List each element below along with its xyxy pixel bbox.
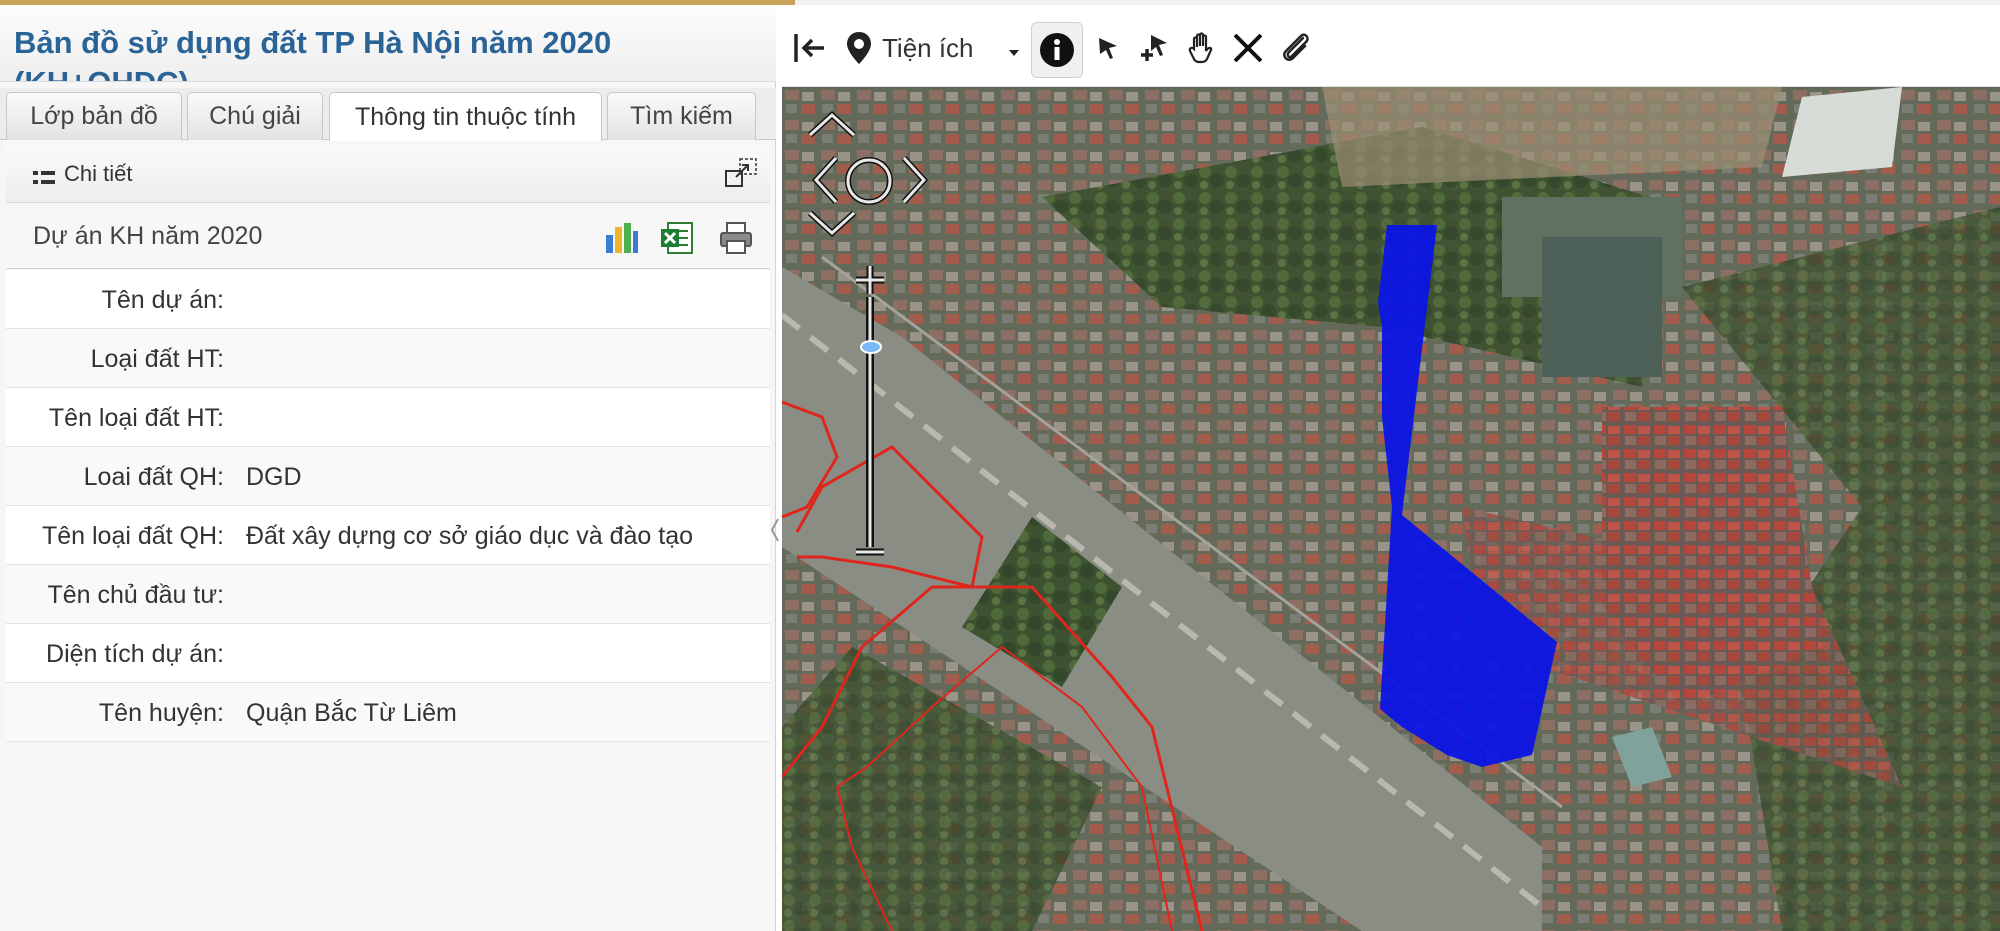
zoom-slider-thumb[interactable] bbox=[860, 340, 882, 354]
attr-label: Tên chủ đầu tư: bbox=[47, 581, 224, 609]
attach-icon bbox=[1283, 33, 1309, 61]
attr-label: Diện tích dự án: bbox=[46, 640, 224, 668]
identify-button[interactable] bbox=[1031, 22, 1083, 78]
zoom-slider-track[interactable] bbox=[862, 297, 878, 547]
excel-icon[interactable] bbox=[658, 219, 696, 257]
pan-left-button[interactable] bbox=[808, 152, 842, 208]
utilities-menu[interactable]: Tiện ích bbox=[844, 27, 1004, 69]
utilities-dropdown[interactable] bbox=[1004, 41, 1024, 65]
detail-label: Chi tiết bbox=[64, 161, 133, 186]
attr-value: Đất xây dựng cơ sở giáo dục và đào tạo bbox=[246, 522, 693, 550]
tab-attribute-info[interactable]: Thông tin thuộc tính bbox=[329, 92, 602, 141]
detail-button[interactable]: Chi tiết bbox=[32, 157, 132, 191]
table-row: Diện tích dự án: bbox=[6, 624, 770, 683]
pan-down-button[interactable] bbox=[804, 207, 860, 241]
pan-button[interactable] bbox=[1184, 27, 1220, 69]
table-row: Tên dự án: bbox=[6, 270, 770, 329]
table-row: Tên loại đất HT: bbox=[6, 388, 770, 447]
pan-hand-icon bbox=[1188, 32, 1213, 64]
exit-icon bbox=[794, 34, 824, 62]
chart-icon[interactable] bbox=[602, 219, 640, 257]
table-row: Tên chủ đầu tư: bbox=[6, 565, 770, 624]
tab-search[interactable]: Tìm kiếm bbox=[607, 92, 756, 140]
info-icon bbox=[1040, 33, 1074, 67]
attr-label: Tên loại đất HT: bbox=[48, 404, 224, 432]
tab-legend[interactable]: Chú giải bbox=[187, 92, 323, 140]
dropdown-caret-icon bbox=[1009, 50, 1019, 56]
section-header: Dự án KH năm 2020 bbox=[6, 207, 770, 269]
select-add-icon bbox=[1141, 35, 1167, 61]
zoom-out-button[interactable] bbox=[852, 542, 888, 562]
location-pin-icon bbox=[847, 32, 871, 64]
expand-icon[interactable] bbox=[724, 157, 758, 189]
pan-up-button[interactable] bbox=[804, 107, 860, 141]
pan-right-button[interactable] bbox=[898, 152, 932, 208]
attr-label: Tên huyện: bbox=[98, 699, 224, 727]
title-bar: Bản đồ sử dụng đất TP Hà Nội năm 2020 (K… bbox=[0, 5, 776, 82]
map-view[interactable] bbox=[782, 87, 2000, 931]
attr-label: Loai đất QH: bbox=[83, 463, 224, 491]
utilities-label: Tiện ích bbox=[882, 32, 974, 63]
attribute-table: Tên dự án: Loại đất HT: Tên loại đất HT:… bbox=[6, 270, 770, 742]
print-icon[interactable] bbox=[717, 219, 755, 257]
map-toolbar: Tiện ích bbox=[782, 5, 2000, 87]
list-icon bbox=[33, 171, 55, 184]
app-title: Bản đồ sử dụng đất TP Hà Nội năm 2020 (K… bbox=[14, 25, 612, 81]
attr-value: DGD bbox=[246, 463, 302, 491]
table-row: Loại đất HT: bbox=[6, 329, 770, 388]
exit-button[interactable] bbox=[790, 27, 830, 69]
attr-value: Quận Bắc Từ Liêm bbox=[246, 699, 457, 727]
attr-label: Tên dự án: bbox=[101, 286, 224, 314]
attr-label: Loại đất HT: bbox=[90, 345, 224, 373]
zoom-in-button[interactable] bbox=[852, 262, 888, 298]
section-title: Dự án KH năm 2020 bbox=[33, 222, 263, 250]
info-panel: Bản đồ sử dụng đất TP Hà Nội năm 2020 (K… bbox=[0, 5, 776, 931]
full-extent-button[interactable] bbox=[842, 154, 896, 208]
panel-collapse-handle[interactable] bbox=[770, 515, 780, 545]
satellite-imagery bbox=[782, 87, 2000, 931]
table-row: Loai đất QH: DGD bbox=[6, 447, 770, 506]
select-arrow-icon bbox=[1099, 38, 1117, 59]
select-button[interactable] bbox=[1092, 27, 1128, 69]
attach-button[interactable] bbox=[1276, 27, 1316, 69]
table-row: Tên huyện: Quận Bắc Từ Liêm bbox=[6, 683, 770, 742]
tab-map-layers[interactable]: Lớp bản đồ bbox=[6, 92, 182, 140]
attr-label: Tên loại đất QH: bbox=[41, 522, 224, 550]
table-row: Tên loại đất QH: Đất xây dựng cơ sở giáo… bbox=[6, 506, 770, 565]
select-add-button[interactable] bbox=[1136, 27, 1176, 69]
close-icon bbox=[1233, 33, 1263, 63]
clear-button[interactable] bbox=[1228, 27, 1268, 69]
tab-bar: Lớp bản đồ Chú giải Thông tin thuộc tính… bbox=[0, 88, 776, 141]
detail-toolbar: Chi tiết bbox=[6, 145, 770, 203]
